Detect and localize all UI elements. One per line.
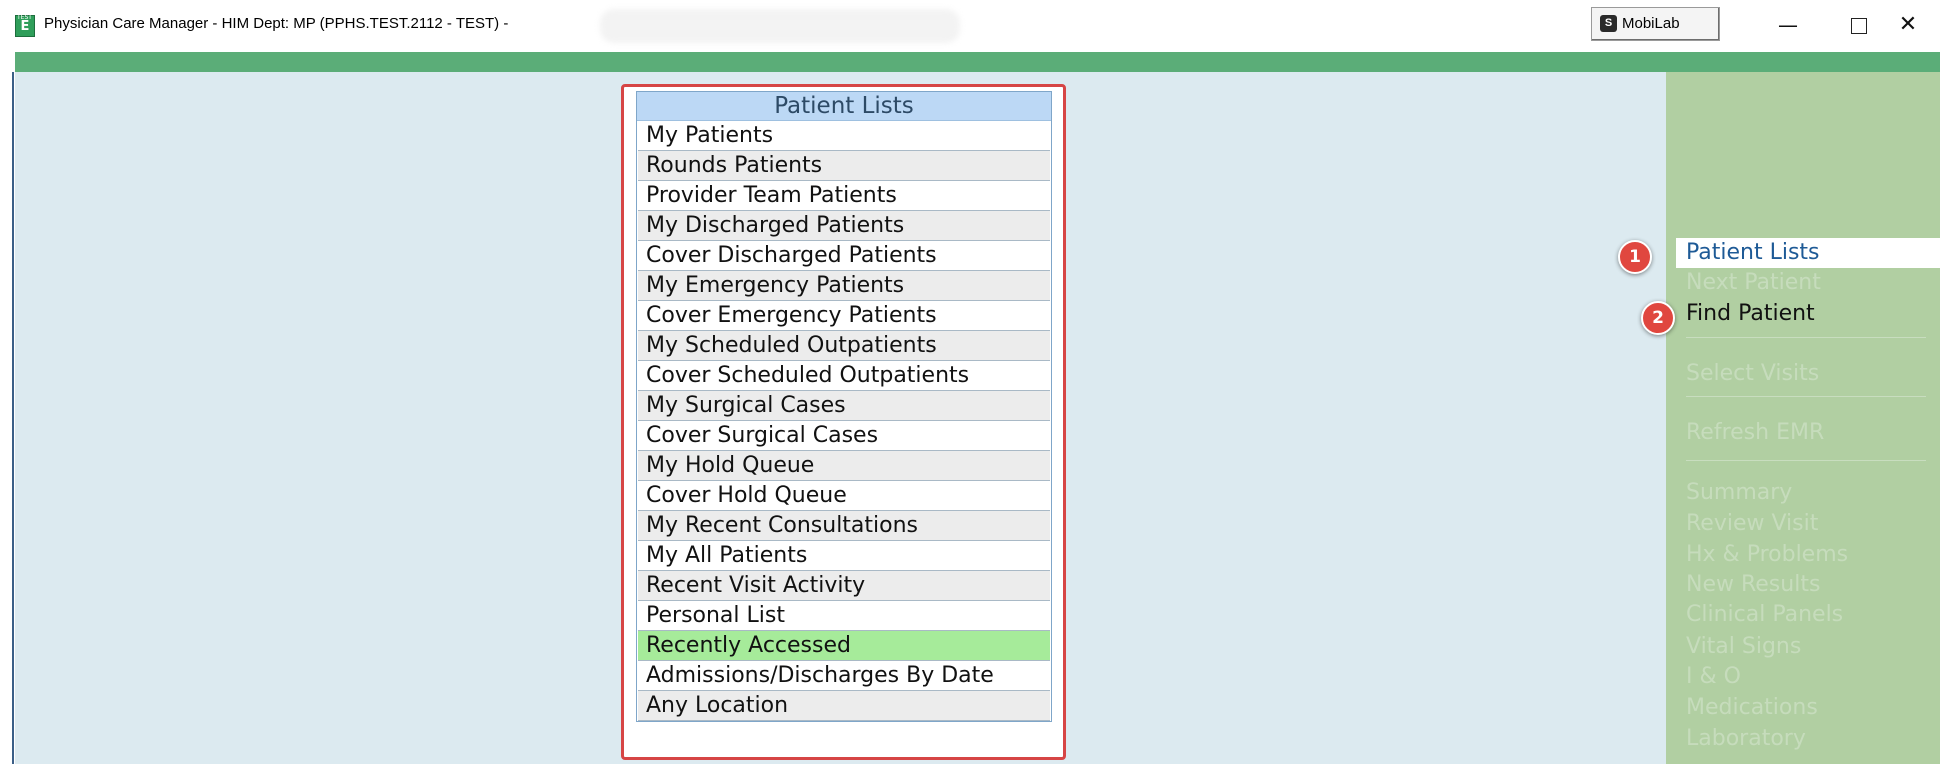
menu-laboratory: Laboratory (1686, 726, 1806, 751)
maximize-icon (1851, 17, 1867, 34)
header-band (15, 52, 1940, 72)
menu-hx-problems: Hx & Problems (1686, 542, 1849, 567)
menu-refresh-emr: Refresh EMR (1686, 420, 1825, 445)
menu-clinical-panels: Clinical Panels (1686, 602, 1844, 627)
list-item-my-patients[interactable]: My Patients (638, 121, 1050, 151)
menu-summary: Summary (1686, 480, 1793, 505)
list-item-my-hold-queue[interactable]: My Hold Queue (638, 451, 1050, 481)
patient-lists-panel: Patient Lists My Patients Rounds Patient… (636, 91, 1052, 722)
list-item-admissions-discharges-by-date[interactable]: Admissions/Discharges By Date (638, 661, 1050, 691)
list-item-cover-surgical-cases[interactable]: Cover Surgical Cases (638, 421, 1050, 451)
list-item-cover-discharged-patients[interactable]: Cover Discharged Patients (638, 241, 1050, 271)
close-button[interactable]: ✕ (1885, 8, 1931, 42)
list-item-my-surgical-cases[interactable]: My Surgical Cases (638, 391, 1050, 421)
list-item-cover-scheduled-outpatients[interactable]: Cover Scheduled Outpatients (638, 361, 1050, 391)
app-icon: TEST E (15, 14, 35, 37)
menu-separator (1686, 460, 1926, 461)
list-item-personal-list[interactable]: Personal List (638, 601, 1050, 631)
list-item-my-recent-consultations[interactable]: My Recent Consultations (638, 511, 1050, 541)
menu-medications: Medications (1686, 695, 1818, 720)
list-item-recently-accessed[interactable]: Recently Accessed (638, 631, 1050, 661)
list-item-provider-team-patients[interactable]: Provider Team Patients (638, 181, 1050, 211)
maximize-button[interactable] (1836, 8, 1882, 42)
list-item-recent-visit-activity[interactable]: Recent Visit Activity (638, 571, 1050, 601)
menu-review-visit: Review Visit (1686, 511, 1819, 536)
menu-next-patient: Next Patient (1686, 270, 1821, 295)
menu-select-visits: Select Visits (1686, 361, 1820, 386)
menu-new-results: New Results (1686, 572, 1821, 597)
menu-separator (1686, 337, 1926, 338)
patient-lists-header: Patient Lists (637, 92, 1051, 121)
menu-find-patient[interactable]: Find Patient (1686, 299, 1815, 329)
menu-separator (1686, 396, 1926, 397)
window-title: Physician Care Manager - HIM Dept: MP (P… (44, 15, 509, 32)
app-icon-tag: TEST (17, 14, 32, 21)
list-item-rounds-patients[interactable]: Rounds Patients (638, 151, 1050, 181)
list-item-my-all-patients[interactable]: My All Patients (638, 541, 1050, 571)
menu-vital-signs: Vital Signs (1686, 634, 1802, 659)
mobilab-button[interactable]: S MobiLab (1591, 7, 1720, 41)
left-edge (0, 52, 15, 764)
step-1-badge: 1 (1618, 240, 1652, 274)
left-edge-line (12, 72, 14, 764)
menu-i-and-o: I & O (1686, 664, 1741, 689)
list-item-cover-hold-queue[interactable]: Cover Hold Queue (638, 481, 1050, 511)
list-item-my-discharged-patients[interactable]: My Discharged Patients (638, 211, 1050, 241)
list-item-any-location[interactable]: Any Location (638, 691, 1050, 721)
mobilab-icon: S (1600, 15, 1617, 32)
list-item-cover-emergency-patients[interactable]: Cover Emergency Patients (638, 301, 1050, 331)
mobilab-label: MobiLab (1622, 15, 1680, 32)
step-2-badge: 2 (1641, 301, 1675, 335)
window-title-bar: TEST E Physician Care Manager - HIM Dept… (0, 0, 1940, 52)
list-item-my-emergency-patients[interactable]: My Emergency Patients (638, 271, 1050, 301)
list-item-my-scheduled-outpatients[interactable]: My Scheduled Outpatients (638, 331, 1050, 361)
menu-patient-lists[interactable]: Patient Lists (1676, 238, 1940, 268)
redacted-area (600, 9, 960, 43)
minimize-button[interactable]: — (1765, 8, 1811, 42)
